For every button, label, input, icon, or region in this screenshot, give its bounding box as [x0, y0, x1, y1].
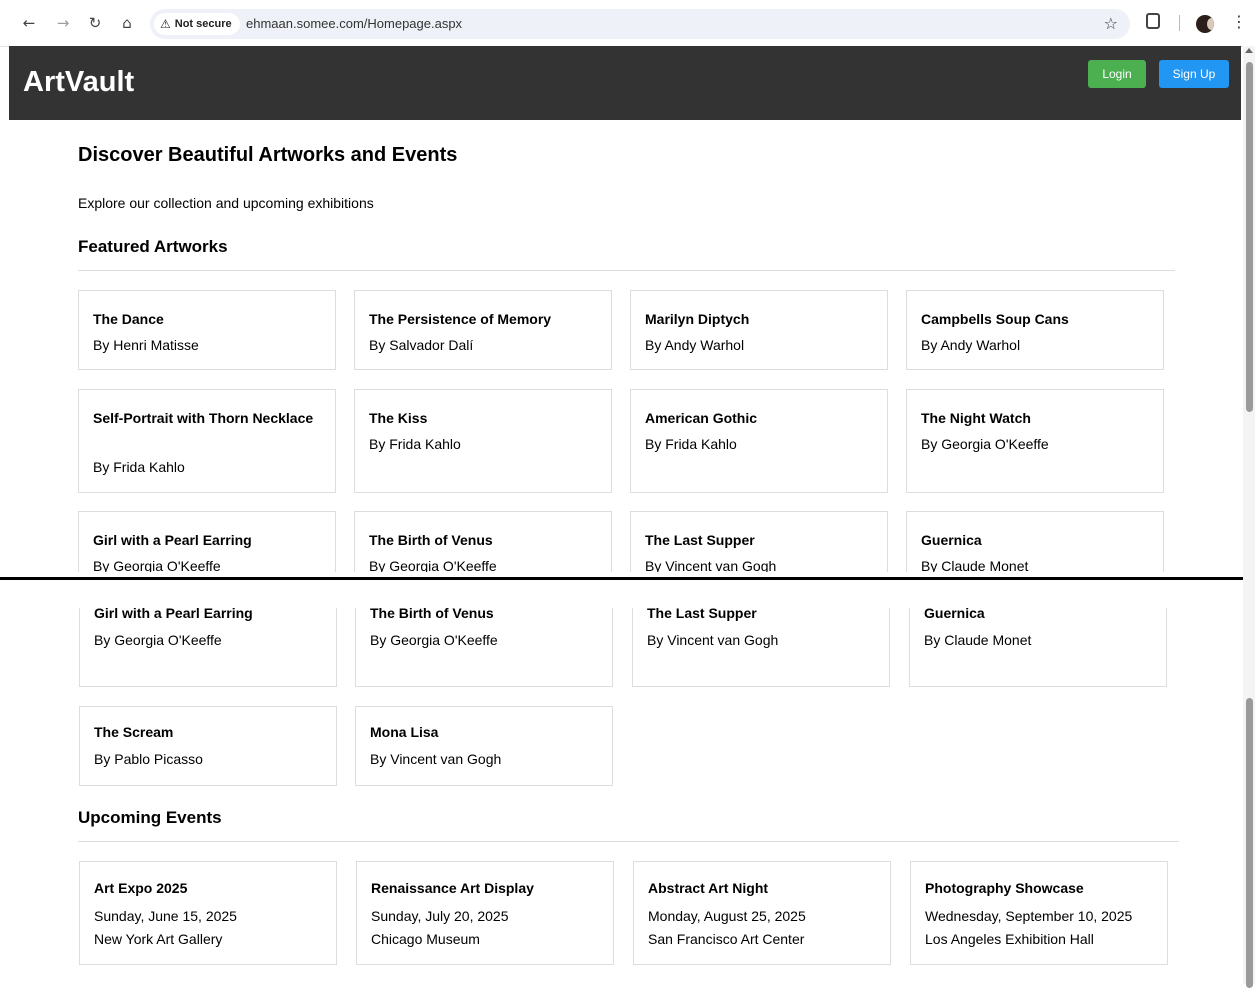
artwork-title: The Birth of Venus	[369, 532, 493, 548]
event-name: Art Expo 2025	[94, 880, 188, 896]
artwork-artist: By Vincent van Gogh	[370, 751, 502, 767]
event-card[interactable]: Art Expo 2025 Sunday, June 15, 2025 New …	[79, 861, 337, 965]
artwork-card[interactable]: The Night Watch By Georgia O'Keeffe	[906, 389, 1164, 493]
login-button[interactable]: Login	[1088, 60, 1146, 88]
artwork-artist: By Claude Monet	[921, 558, 1029, 572]
page-title: Discover Beautiful Artworks and Events	[78, 144, 458, 166]
artwork-title: American Gothic	[645, 410, 758, 426]
artwork-artist: By Salvador Dalí	[369, 337, 474, 353]
section-divider	[78, 270, 1175, 271]
artwork-title: The Scream	[94, 724, 174, 740]
artwork-artist: By Andy Warhol	[645, 337, 745, 353]
artwork-artist: By Frida Kahlo	[645, 436, 737, 452]
events-heading: Upcoming Events	[78, 808, 222, 827]
artwork-artist: By Vincent van Gogh	[645, 558, 777, 572]
artwork-card[interactable]: The Last Supper By Vincent van Gogh	[630, 511, 888, 572]
event-location: San Francisco Art Center	[648, 931, 805, 947]
event-card[interactable]: Abstract Art Night Monday, August 25, 20…	[633, 861, 891, 965]
artwork-title: Girl with a Pearl Earring	[94, 608, 253, 621]
section-divider	[78, 841, 1179, 842]
artwork-artist: By Henri Matisse	[93, 337, 199, 353]
artwork-title: The Birth of Venus	[370, 608, 494, 621]
splice-gap	[0, 580, 1243, 608]
artwork-card[interactable]: Mona Lisa By Vincent van Gogh	[355, 706, 613, 786]
artwork-artist: By Georgia O'Keeffe	[369, 558, 497, 572]
event-name: Photography Showcase	[925, 880, 1084, 896]
artwork-title: Mona Lisa	[370, 724, 439, 740]
artwork-card[interactable]: Guernica By Claude Monet	[909, 608, 1167, 687]
artwork-card[interactable]: American Gothic By Frida Kahlo	[630, 389, 888, 493]
artwork-card[interactable]: The Persistence of Memory By Salvador Da…	[354, 290, 612, 370]
event-date: Sunday, July 20, 2025	[371, 908, 509, 924]
artwork-title: Guernica	[924, 608, 985, 621]
artwork-title: The Night Watch	[921, 410, 1031, 426]
artwork-title: Marilyn Diptych	[645, 311, 750, 327]
event-location: Chicago Museum	[371, 931, 480, 947]
artwork-title: Guernica	[921, 532, 982, 548]
artwork-card[interactable]: Self-Portrait with Thorn Necklace By Fri…	[78, 389, 336, 493]
artwork-card[interactable]: The Birth of Venus By Georgia O'Keeffe	[354, 511, 612, 572]
artwork-artist: By Andy Warhol	[921, 337, 1021, 353]
artwork-artist: By Vincent van Gogh	[647, 632, 779, 648]
page-subtitle: Explore our collection and upcoming exhi…	[78, 195, 374, 211]
artwork-artist: By Frida Kahlo	[93, 459, 185, 475]
artwork-card[interactable]: Marilyn Diptych By Andy Warhol	[630, 290, 888, 370]
artwork-artist: By Georgia O'Keeffe	[94, 632, 222, 648]
event-location: New York Art Gallery	[94, 931, 223, 947]
event-card[interactable]: Photography Showcase Wednesday, Septembe…	[910, 861, 1168, 965]
event-date: Monday, August 25, 2025	[648, 908, 806, 924]
artwork-card[interactable]: The Scream By Pablo Picasso	[79, 706, 337, 786]
artwork-artist: By Claude Monet	[924, 632, 1032, 648]
artwork-title: Self-Portrait with Thorn Necklace	[93, 410, 314, 426]
event-name: Renaissance Art Display	[371, 880, 534, 896]
event-card[interactable]: Renaissance Art Display Sunday, July 20,…	[356, 861, 614, 965]
event-location: Los Angeles Exhibition Hall	[925, 931, 1094, 947]
artwork-title: Girl with a Pearl Earring	[93, 532, 252, 548]
artwork-artist: By Georgia O'Keeffe	[921, 436, 1049, 452]
event-name: Abstract Art Night	[648, 880, 769, 896]
page-scrollbar[interactable]	[1243, 46, 1255, 988]
scroll-up-arrow-icon[interactable]	[1245, 48, 1253, 53]
artwork-card[interactable]: The Birth of Venus By Georgia O'Keeffe	[355, 608, 613, 687]
artwork-card[interactable]: Campbells Soup Cans By Andy Warhol	[906, 290, 1164, 370]
artwork-artist: By Frida Kahlo	[369, 436, 461, 452]
artwork-card[interactable]: The Last Supper By Vincent van Gogh	[632, 608, 890, 687]
artwork-artist: By Georgia O'Keeffe	[370, 632, 498, 648]
artwork-artist: By Georgia O'Keeffe	[93, 558, 221, 572]
site-logo[interactable]: ArtVault	[23, 66, 134, 99]
site-header: ArtVault Login Sign Up	[9, 46, 1241, 120]
artwork-artist: By Pablo Picasso	[94, 751, 203, 767]
artwork-title: The Kiss	[369, 410, 428, 426]
artwork-title: The Last Supper	[647, 608, 757, 621]
artwork-card[interactable]: Girl with a Pearl Earring By Georgia O'K…	[78, 511, 336, 572]
artwork-card[interactable]: The Dance By Henri Matisse	[78, 290, 336, 370]
event-date: Wednesday, September 10, 2025	[925, 908, 1133, 924]
artwork-card[interactable]: The Kiss By Frida Kahlo	[354, 389, 612, 493]
event-date: Sunday, June 15, 2025	[94, 908, 237, 924]
scrollbar-thumb[interactable]	[1246, 62, 1253, 412]
page-viewport-top: ArtVault Login Sign Up Discover Beautifu…	[0, 0, 1243, 572]
artwork-card[interactable]: Girl with a Pearl Earring By Georgia O'K…	[79, 608, 337, 687]
featured-heading: Featured Artworks	[78, 237, 228, 256]
artwork-title: The Persistence of Memory	[369, 311, 552, 327]
artwork-title: The Dance	[93, 311, 164, 327]
artwork-card[interactable]: Guernica By Claude Monet	[906, 511, 1164, 572]
scrollbar-thumb[interactable]	[1246, 698, 1253, 988]
signup-button[interactable]: Sign Up	[1159, 60, 1229, 88]
artwork-title: The Last Supper	[645, 532, 755, 548]
page-viewport-bottom: Girl with a Pearl Earring By Georgia O'K…	[0, 608, 1243, 984]
artwork-title: Campbells Soup Cans	[921, 311, 1069, 327]
